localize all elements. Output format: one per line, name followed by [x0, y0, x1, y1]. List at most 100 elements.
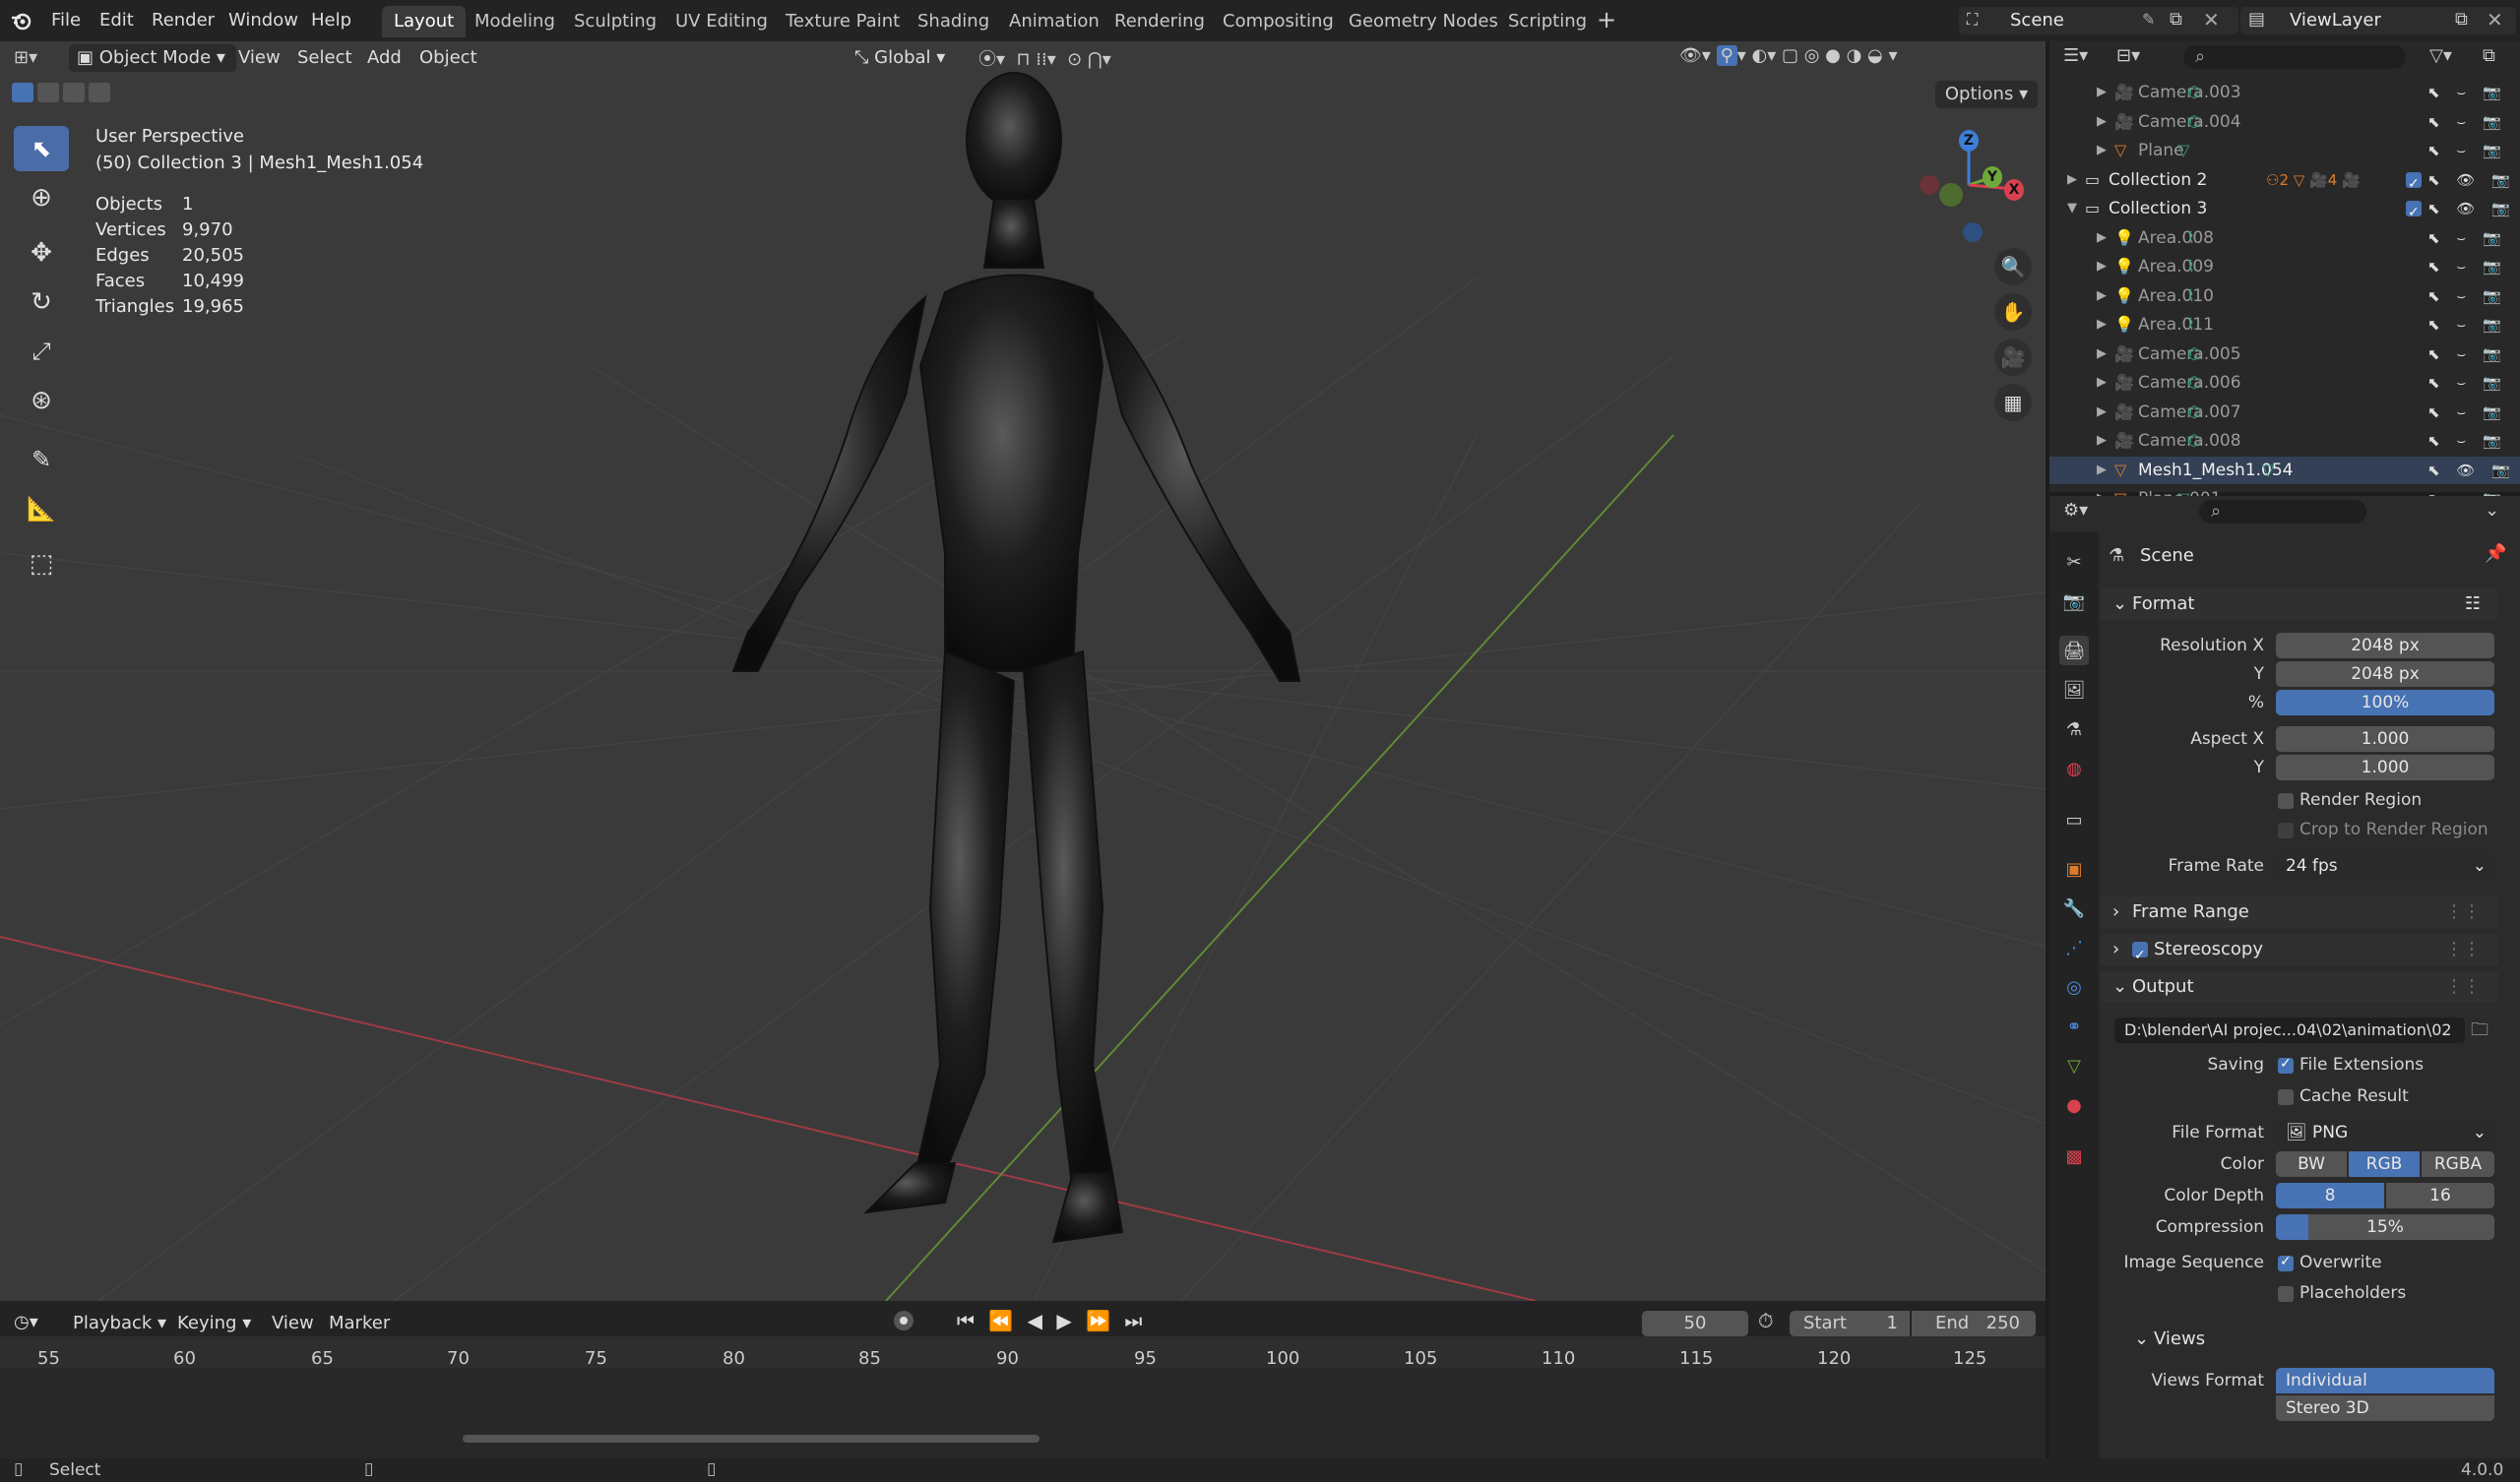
outliner-editor-icon[interactable]: ☰▾	[2063, 45, 2088, 66]
output-tab-icon[interactable]: 🖨	[2059, 636, 2089, 665]
outliner-row[interactable]: ▶ 🎥 Camera.007 ⌬ ⬉ ⌣ 📷	[2049, 399, 2520, 427]
render-region-checkbox[interactable]	[2278, 793, 2294, 809]
properties-search-input[interactable]: ⌕	[2199, 500, 2366, 524]
display-mode-icon[interactable]: ⊟▾	[2116, 45, 2140, 66]
outliner-row[interactable]: ▶ 💡 Area.008 ⌇ ⬉ ⌣ 📷	[2049, 224, 2520, 253]
select-subtract-icon[interactable]	[63, 83, 85, 102]
navigation-gizmo[interactable]: Z Y X	[1910, 126, 2028, 244]
select-extend-icon[interactable]	[37, 83, 59, 102]
outliner-row[interactable]: ▶ 🎥 Camera.006 ⌬ ⬉ ⌣ 📷	[2049, 369, 2520, 398]
file-extensions-checkbox[interactable]	[2278, 1056, 2294, 1074]
visibility-toggles[interactable]: ⬉ ⌣ 📷	[2427, 399, 2507, 426]
physics-tab-icon[interactable]: ◎	[2059, 972, 2089, 1002]
tab-rendering[interactable]: Rendering	[1102, 6, 1217, 37]
scale-tool[interactable]: ⤢	[14, 329, 69, 374]
mode-dropdown[interactable]: ▣ Object Mode ▾	[69, 44, 236, 72]
output-panel-header[interactable]: ⌄ Output ⋮⋮	[2101, 971, 2498, 1003]
camera-data-icon[interactable]: ⌬	[2187, 399, 2201, 426]
snapping-controls[interactable]: ⦿▾ ⊓ ⁞⁞▾ ⊙ ⋂▾	[978, 45, 1185, 71]
visibility-toggles[interactable]: ⬉ ⌣ 📷	[2427, 224, 2507, 252]
drag-handle-icon[interactable]: ⋮⋮	[2445, 971, 2481, 1003]
frame-rate-dropdown[interactable]: 24 fps ⌄	[2276, 853, 2494, 879]
light-data-icon[interactable]: ⌇	[2187, 311, 2195, 339]
mesh-data-icon[interactable]: ▽	[2177, 137, 2189, 164]
visibility-toggles[interactable]: ⬉ ⌣ 📷	[2427, 427, 2507, 455]
outliner-row[interactable]: ▶ ▽ Plane ▽ ⬉ ⌣ 📷	[2049, 137, 2520, 165]
record-icon[interactable]	[894, 1311, 914, 1330]
menu-select[interactable]: Select	[297, 43, 352, 73]
color-bw-option[interactable]: BW	[2276, 1151, 2347, 1177]
move-tool[interactable]: ✥	[14, 230, 69, 276]
outliner-row[interactable]: ▶ ▭ Collection 2 ⚇2 ▽ 🎥4 🎥 ⬉ 👁 📷	[2049, 166, 2520, 198]
menu-render[interactable]: Render	[152, 6, 215, 35]
current-frame-field[interactable]: 50	[1642, 1311, 1748, 1336]
annotate-tool[interactable]: ✎	[14, 437, 69, 482]
expand-right-icon[interactable]: ▶	[2067, 166, 2077, 194]
compression-slider[interactable]: 15%	[2276, 1214, 2494, 1240]
aspect-x-field[interactable]: 1.000	[2276, 726, 2494, 752]
expand-right-icon[interactable]: ▶	[2097, 108, 2107, 136]
view-layer-tab-icon[interactable]: 🖼	[2059, 675, 2089, 705]
visibility-toggles[interactable]: ⬉ ⌣ 📷	[2427, 253, 2507, 280]
y-axis-icon[interactable]: Y	[1983, 166, 2002, 188]
visibility-toggles[interactable]: ⬉ ⌣ 📷	[2427, 108, 2507, 136]
view-layer-selector[interactable]: ▤ ViewLayer ⧉ ✕	[2240, 7, 2516, 34]
add-cube-tool[interactable]: ⬚	[14, 541, 69, 587]
collection-tab-icon[interactable]: ▭	[2059, 805, 2089, 834]
exclude-checkbox[interactable]	[2406, 170, 2422, 198]
filter-icon[interactable]: ▽▾	[2429, 45, 2452, 66]
end-frame-field[interactable]: End 250	[1912, 1311, 2036, 1336]
drag-handle-icon[interactable]: ⋮⋮	[2445, 896, 2481, 928]
visibility-toggles[interactable]: ⬉ 👁 📷	[2427, 457, 2516, 484]
particles-tab-icon[interactable]: ⋰	[2059, 933, 2089, 962]
data-tab-icon[interactable]: ▽	[2059, 1051, 2089, 1081]
new-scene-icon[interactable]: ⧉	[2170, 9, 2182, 30]
camera-data-icon[interactable]: ⌬	[2187, 427, 2201, 455]
expand-down-icon[interactable]: ▼	[2067, 195, 2077, 222]
tool-tab-icon[interactable]: ✂	[2059, 547, 2089, 577]
visibility-toggles[interactable]: ⬉ ⌣ 📷	[2427, 340, 2507, 368]
views-individual-option[interactable]: Individual	[2276, 1368, 2494, 1393]
color-depth-16-option[interactable]: 16	[2386, 1183, 2494, 1208]
editor-type-icon[interactable]: ⊞▾	[14, 47, 53, 71]
object-tab-icon[interactable]: ▣	[2059, 854, 2089, 884]
timeline-ruler[interactable]	[0, 1336, 2046, 1368]
render-tab-icon[interactable]: 📷	[2059, 587, 2089, 616]
select-mode-group[interactable]	[12, 83, 148, 106]
format-panel-header[interactable]: ⌄ Format ☷	[2101, 588, 2498, 620]
light-data-icon[interactable]: ⌇	[2187, 224, 2195, 252]
tab-compositing[interactable]: Compositing	[1211, 6, 1346, 37]
outliner-row[interactable]: ▶ ▽ Mesh1_Mesh1.054 ▽ ⬉ 👁 📷	[2049, 456, 2520, 484]
cursor-tool[interactable]: ⊕	[14, 175, 69, 220]
expand-right-icon[interactable]: ▶	[2097, 340, 2107, 368]
blender-logo-icon[interactable]	[10, 10, 32, 31]
menu-edit[interactable]: Edit	[99, 6, 134, 35]
timeline-scrollbar[interactable]	[463, 1435, 1040, 1443]
outliner-row[interactable]: ▶ 💡 Area.011 ⌇ ⬉ ⌣ 📷	[2049, 311, 2520, 340]
exclude-checkbox[interactable]	[2406, 199, 2422, 226]
select-box-tool[interactable]: ⬉	[14, 126, 69, 171]
menu-add[interactable]: Add	[367, 43, 402, 73]
orientation-dropdown[interactable]: ⤡ Global ▾	[847, 44, 980, 72]
visibility-toggles[interactable]: ⬉ ⌣ 📷	[2427, 311, 2507, 339]
expand-right-icon[interactable]: ▶	[2097, 224, 2107, 252]
tab-geometry-nodes[interactable]: Geometry Nodes	[1337, 6, 1510, 37]
properties-editor-icon[interactable]: ⚙▾	[2063, 500, 2088, 521]
outliner-row[interactable]: ▶ 💡 Area.010 ⌇ ⬉ ⌣ 📷	[2049, 282, 2520, 311]
outliner-row[interactable]: ▶ 🎥 Camera.003 ⌬ ⬉ ⌣ 📷	[2049, 79, 2520, 107]
measure-tool[interactable]: 📐	[14, 486, 69, 531]
3d-viewport[interactable]	[0, 41, 2046, 1301]
camera-data-icon[interactable]: ⌬	[2187, 108, 2201, 136]
expand-right-icon[interactable]: ▶	[2097, 427, 2107, 455]
visibility-toggles[interactable]: ⬉ ⌣ 📷	[2427, 369, 2507, 397]
material-tab-icon[interactable]: ●	[2059, 1090, 2089, 1120]
visibility-toggles[interactable]: ⬉ ⌣ 📷	[2427, 79, 2507, 106]
stopwatch-icon[interactable]: ⏱	[1758, 1309, 1774, 1332]
menu-marker[interactable]: Marker	[329, 1309, 390, 1338]
file-format-dropdown[interactable]: 🖼 PNG ⌄	[2276, 1120, 2494, 1145]
color-rgba-option[interactable]: RGBA	[2422, 1151, 2494, 1177]
new-layer-icon[interactable]: ⧉	[2455, 9, 2468, 30]
world-tab-icon[interactable]: ◍	[2059, 754, 2089, 783]
color-rgb-option[interactable]: RGB	[2349, 1151, 2420, 1177]
close-layer-icon[interactable]: ✕	[2487, 8, 2503, 31]
